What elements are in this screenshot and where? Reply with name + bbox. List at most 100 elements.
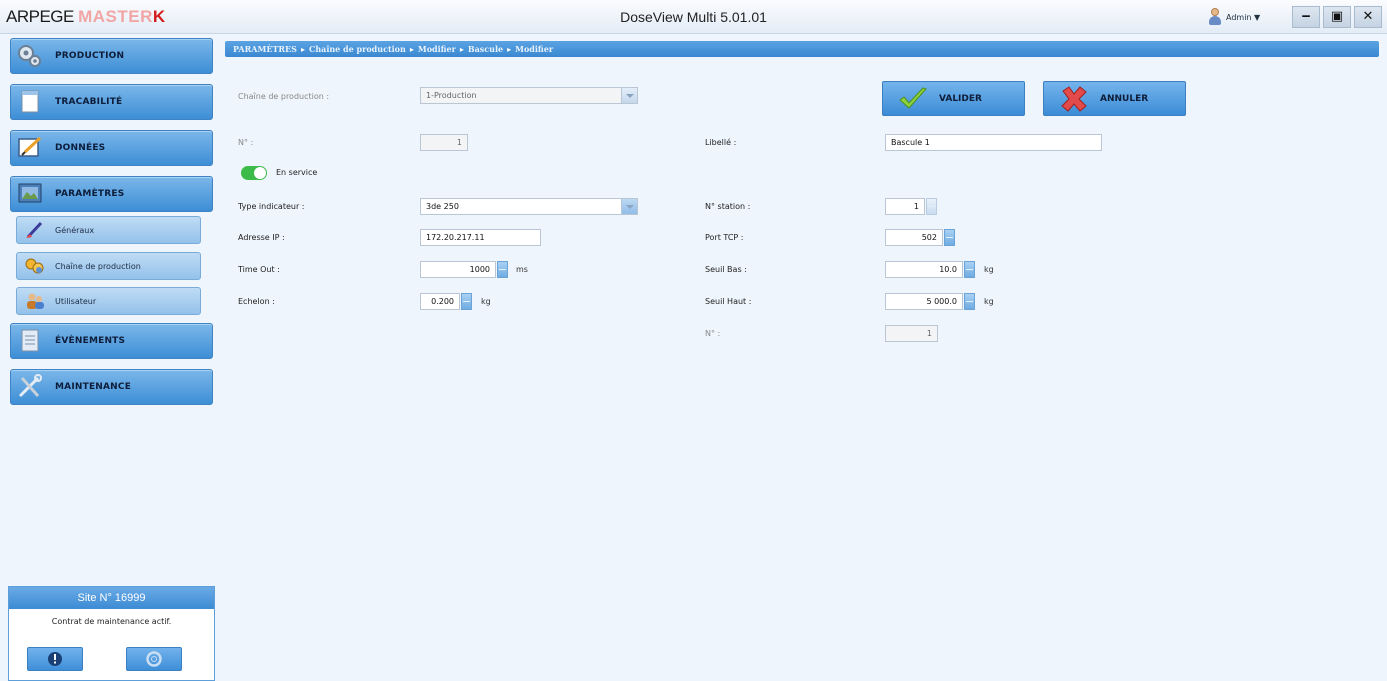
- nav-donnees-label: DONNÉES: [55, 143, 106, 153]
- breadcrumb-item[interactable]: Bascule: [468, 44, 503, 54]
- events-icon: [15, 327, 45, 355]
- chevron-down-icon: [621, 199, 637, 214]
- breadcrumb-item: Modifier: [515, 44, 554, 54]
- maximize-button[interactable]: ▣: [1323, 6, 1351, 28]
- n2-field: 1: [885, 325, 938, 342]
- toggle-knob: [254, 167, 266, 179]
- seuil-bas-stepper[interactable]: [964, 261, 975, 278]
- chain-icon: [23, 255, 47, 277]
- app-title: DoseView Multi 5.01.01: [620, 9, 767, 25]
- timeout-input[interactable]: 1000: [420, 261, 496, 278]
- seuil-haut-input[interactable]: 5 000.0: [885, 293, 963, 310]
- user-menu[interactable]: Admin ▼: [1208, 6, 1260, 28]
- app-logo: ARPEGE MASTERK: [6, 7, 165, 27]
- site-title: Site N° 16999: [9, 587, 214, 609]
- echelon-label: Echelon :: [238, 297, 275, 306]
- lifebuoy-icon: [146, 651, 162, 667]
- chain-select-value: 1-Production: [426, 91, 477, 100]
- station-stepper[interactable]: [926, 198, 937, 215]
- cancel-button[interactable]: ANNULER: [1043, 81, 1186, 116]
- nav-tracabilite-label: TRACABILITÉ: [55, 97, 123, 107]
- port-stepper[interactable]: [944, 229, 955, 246]
- echelon-input[interactable]: 0.200: [420, 293, 460, 310]
- number-label: N° :: [238, 138, 254, 147]
- user-icon: [1208, 8, 1222, 26]
- nav-evenements-label: ÉVÈNEMENTS: [55, 336, 126, 346]
- validate-label: VALIDER: [939, 93, 982, 104]
- seuil-bas-label: Seuil Bas :: [705, 265, 747, 274]
- site-panel: Site N° 16999 Contrat de maintenance act…: [8, 586, 215, 681]
- cross-icon: [1058, 85, 1090, 113]
- edit-icon: [15, 134, 45, 162]
- subnav-generaux[interactable]: Généraux: [16, 216, 201, 244]
- breadcrumb: PARAMÈTRES ▸ Chaîne de production ▸ Modifier…: [225, 41, 1379, 57]
- timeout-label: Time Out :: [238, 265, 280, 274]
- minimize-button[interactable]: ‒: [1292, 6, 1320, 28]
- breadcrumb-item[interactable]: Modifier: [418, 44, 456, 54]
- nav-evenements[interactable]: ÉVÈNEMENTS: [10, 323, 213, 359]
- nav-production-label: PRODUCTION: [55, 51, 125, 61]
- site-status-text: Contrat de maintenance actif.: [51, 617, 172, 626]
- site-support-button[interactable]: [126, 647, 182, 671]
- type-select[interactable]: 3de 250: [420, 198, 638, 215]
- ip-label: Adresse IP :: [238, 233, 285, 242]
- subnav-utilisateur-label: Utilisateur: [55, 296, 97, 306]
- breadcrumb-separator: ▸: [409, 44, 414, 54]
- logo-text-arpege: ARPEGE: [6, 7, 79, 26]
- timeout-unit: ms: [516, 265, 528, 274]
- user-name: Admin ▼: [1226, 12, 1261, 22]
- station-input[interactable]: 1: [885, 198, 925, 215]
- en-service-toggle[interactable]: [241, 166, 267, 180]
- close-button[interactable]: ✕: [1354, 6, 1382, 28]
- timeout-stepper[interactable]: [497, 261, 508, 278]
- title-bar: ARPEGE MASTERK DoseView Multi 5.01.01 Ad…: [0, 0, 1387, 34]
- users-icon: [23, 290, 47, 312]
- chain-label: Chaîne de production :: [238, 92, 330, 101]
- breadcrumb-item[interactable]: Chaîne de production: [309, 44, 406, 54]
- ip-input[interactable]: 172.20.217.11: [420, 229, 541, 246]
- seuil-bas-input[interactable]: 10.0: [885, 261, 963, 278]
- breadcrumb-separator: ▸: [300, 44, 305, 54]
- seuil-haut-unit: kg: [984, 297, 994, 306]
- nav-production[interactable]: PRODUCTION: [10, 38, 213, 74]
- info-icon: [48, 652, 62, 666]
- seuil-bas-unit: kg: [984, 265, 994, 274]
- chevron-down-icon: [621, 88, 637, 103]
- port-label: Port TCP :: [705, 233, 744, 242]
- logo-text-k: K: [152, 7, 165, 26]
- breadcrumb-item[interactable]: PARAMÈTRES: [233, 44, 297, 54]
- echelon-unit: kg: [481, 297, 491, 306]
- production-icon: [15, 42, 45, 70]
- seuil-haut-label: Seuil Haut :: [705, 297, 752, 306]
- site-info-button[interactable]: [27, 647, 83, 671]
- document-icon: [15, 88, 45, 116]
- subnav-generaux-label: Généraux: [55, 225, 95, 235]
- en-service-label: En service: [276, 168, 318, 177]
- libelle-input[interactable]: Bascule 1: [885, 134, 1102, 151]
- libelle-label: Libellé :: [705, 138, 737, 147]
- subnav-utilisateur[interactable]: Utilisateur: [16, 287, 201, 315]
- checkmark-icon: [897, 85, 929, 113]
- settings-icon: [15, 180, 45, 208]
- station-label: N° station :: [705, 202, 751, 211]
- n2-label: N° :: [705, 329, 721, 338]
- echelon-stepper[interactable]: [461, 293, 472, 310]
- seuil-haut-stepper[interactable]: [964, 293, 975, 310]
- breadcrumb-separator: ▸: [507, 44, 512, 54]
- type-label: Type indicateur :: [238, 202, 305, 211]
- nav-parametres-label: PARAMÈTRES: [55, 189, 125, 199]
- breadcrumb-separator: ▸: [459, 44, 464, 54]
- type-select-value: 3de 250: [426, 202, 459, 211]
- port-input[interactable]: 502: [885, 229, 943, 246]
- validate-button[interactable]: VALIDER: [882, 81, 1025, 116]
- subnav-chaine-production[interactable]: Chaîne de production: [16, 252, 201, 280]
- nav-donnees[interactable]: DONNÉES: [10, 130, 213, 166]
- nav-maintenance[interactable]: MAINTENANCE: [10, 369, 213, 405]
- nav-tracabilite[interactable]: TRACABILITÉ: [10, 84, 213, 120]
- cancel-label: ANNULER: [1100, 93, 1149, 104]
- nav-maintenance-label: MAINTENANCE: [55, 382, 132, 392]
- nav-parametres[interactable]: PARAMÈTRES: [10, 176, 213, 212]
- brush-icon: [23, 219, 47, 241]
- tools-icon: [15, 373, 45, 401]
- subnav-chaine-production-label: Chaîne de production: [55, 261, 141, 271]
